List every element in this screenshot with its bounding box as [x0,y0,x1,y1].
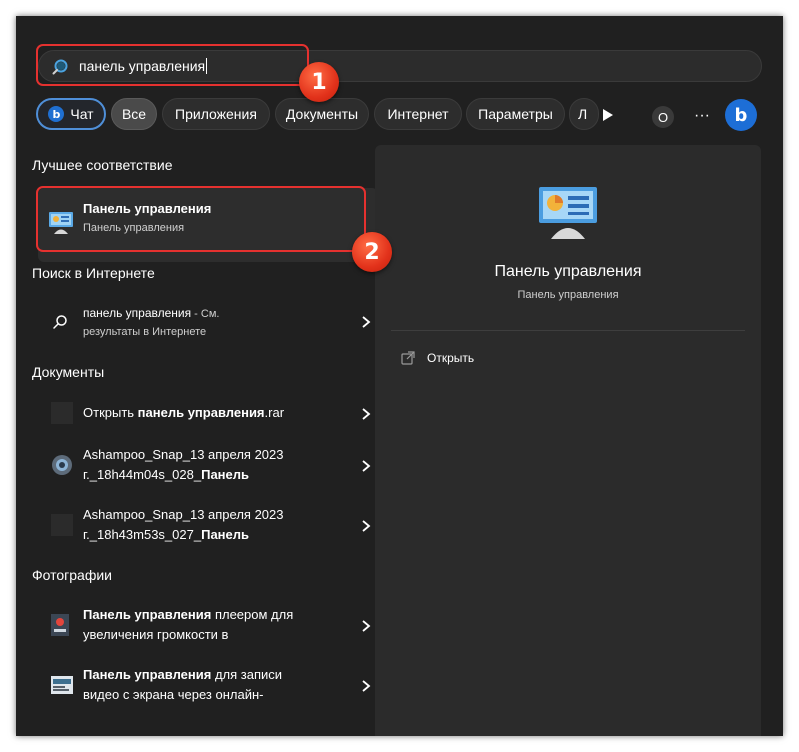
photo-icon [51,676,73,694]
chevron-right-icon [362,316,371,328]
chip-more-cut[interactable]: Л [569,98,599,130]
chip-chat-label: Чат [70,106,94,122]
search-icon [53,315,67,329]
profile-button[interactable]: O [652,106,674,128]
document-title: Ashampoo_Snap_13 апреля 2023 [83,507,284,522]
open-action[interactable]: Открыть [401,351,474,365]
photo-icon [51,614,69,636]
document-item[interactable]: Ashampoo_Snap_13 апреля 2023 г._18h44m04… [36,444,376,488]
document-icon [51,402,73,424]
document-item[interactable]: Открыть панель управления.rar [36,398,376,428]
chevron-right-icon [362,408,371,420]
play-icon[interactable] [600,107,616,123]
start-search-panel: панель управления b Чат Все Приложения Д… [16,16,783,736]
chip-all[interactable]: Все [111,98,157,130]
preview-pane: Панель управления Панель управления Откр… [375,145,761,736]
chip-settings[interactable]: Параметры [466,98,565,130]
web-result-title: панель управления - См. [83,306,220,320]
chip-internet[interactable]: Интернет [374,98,462,130]
document-item[interactable]: Ashampoo_Snap_13 апреля 2023 г._18h43m53… [36,504,376,548]
document-title-line2: г._18h44m04s_028_Панель [83,467,249,482]
web-result-item[interactable]: панель управления - См. результаты в Инт… [36,296,376,348]
more-icon[interactable]: ··· [690,105,714,127]
web-result-subtitle: результаты в Интернете [83,326,207,338]
photo-title: Панель управления плеером для [83,607,294,622]
chip-documents[interactable]: Документы [275,98,369,130]
section-photos: Фотографии [32,567,113,583]
highlight-search [36,44,309,86]
preview-subtitle: Панель управления [517,289,619,301]
open-external-icon [401,351,415,365]
open-action-label: Открыть [427,351,475,365]
section-best-match: Лучшее соответствие [32,157,173,173]
photo-icon [52,455,72,475]
section-web: Поиск в Интернете [32,265,155,281]
photo-item[interactable]: Панель управления для записи видео с экр… [36,664,376,708]
step-badge-2: 2 [352,232,392,272]
chevron-right-icon [362,520,371,532]
bing-chat-icon[interactable]: b [725,99,757,131]
photo-title-line2: видео с экрана через онлайн- [83,687,264,702]
chevron-right-icon [362,460,371,472]
preview-title: Панель управления [494,263,642,280]
control-panel-icon [539,187,597,239]
document-title: Ashampoo_Snap_13 апреля 2023 [83,447,284,462]
document-icon [51,514,73,536]
highlight-best-match [36,186,366,252]
step-badge-1: 1 [299,62,339,102]
photo-item[interactable]: Панель управления плеером для увеличения… [36,604,376,648]
bing-icon: b [48,106,65,122]
chip-chat[interactable]: b Чат [36,98,106,130]
chevron-right-icon [362,680,371,692]
section-documents: Документы [32,364,105,380]
photo-title: Панель управления для записи [83,667,283,682]
chevron-right-icon [362,620,371,632]
chip-apps[interactable]: Приложения [162,98,270,130]
preview-divider [391,330,745,331]
photo-title-line2: увеличения громкости в [83,627,229,642]
document-title-line2: г._18h43m53s_027_Панель [83,527,249,542]
document-title: Открыть панель управления.rar [83,405,285,420]
